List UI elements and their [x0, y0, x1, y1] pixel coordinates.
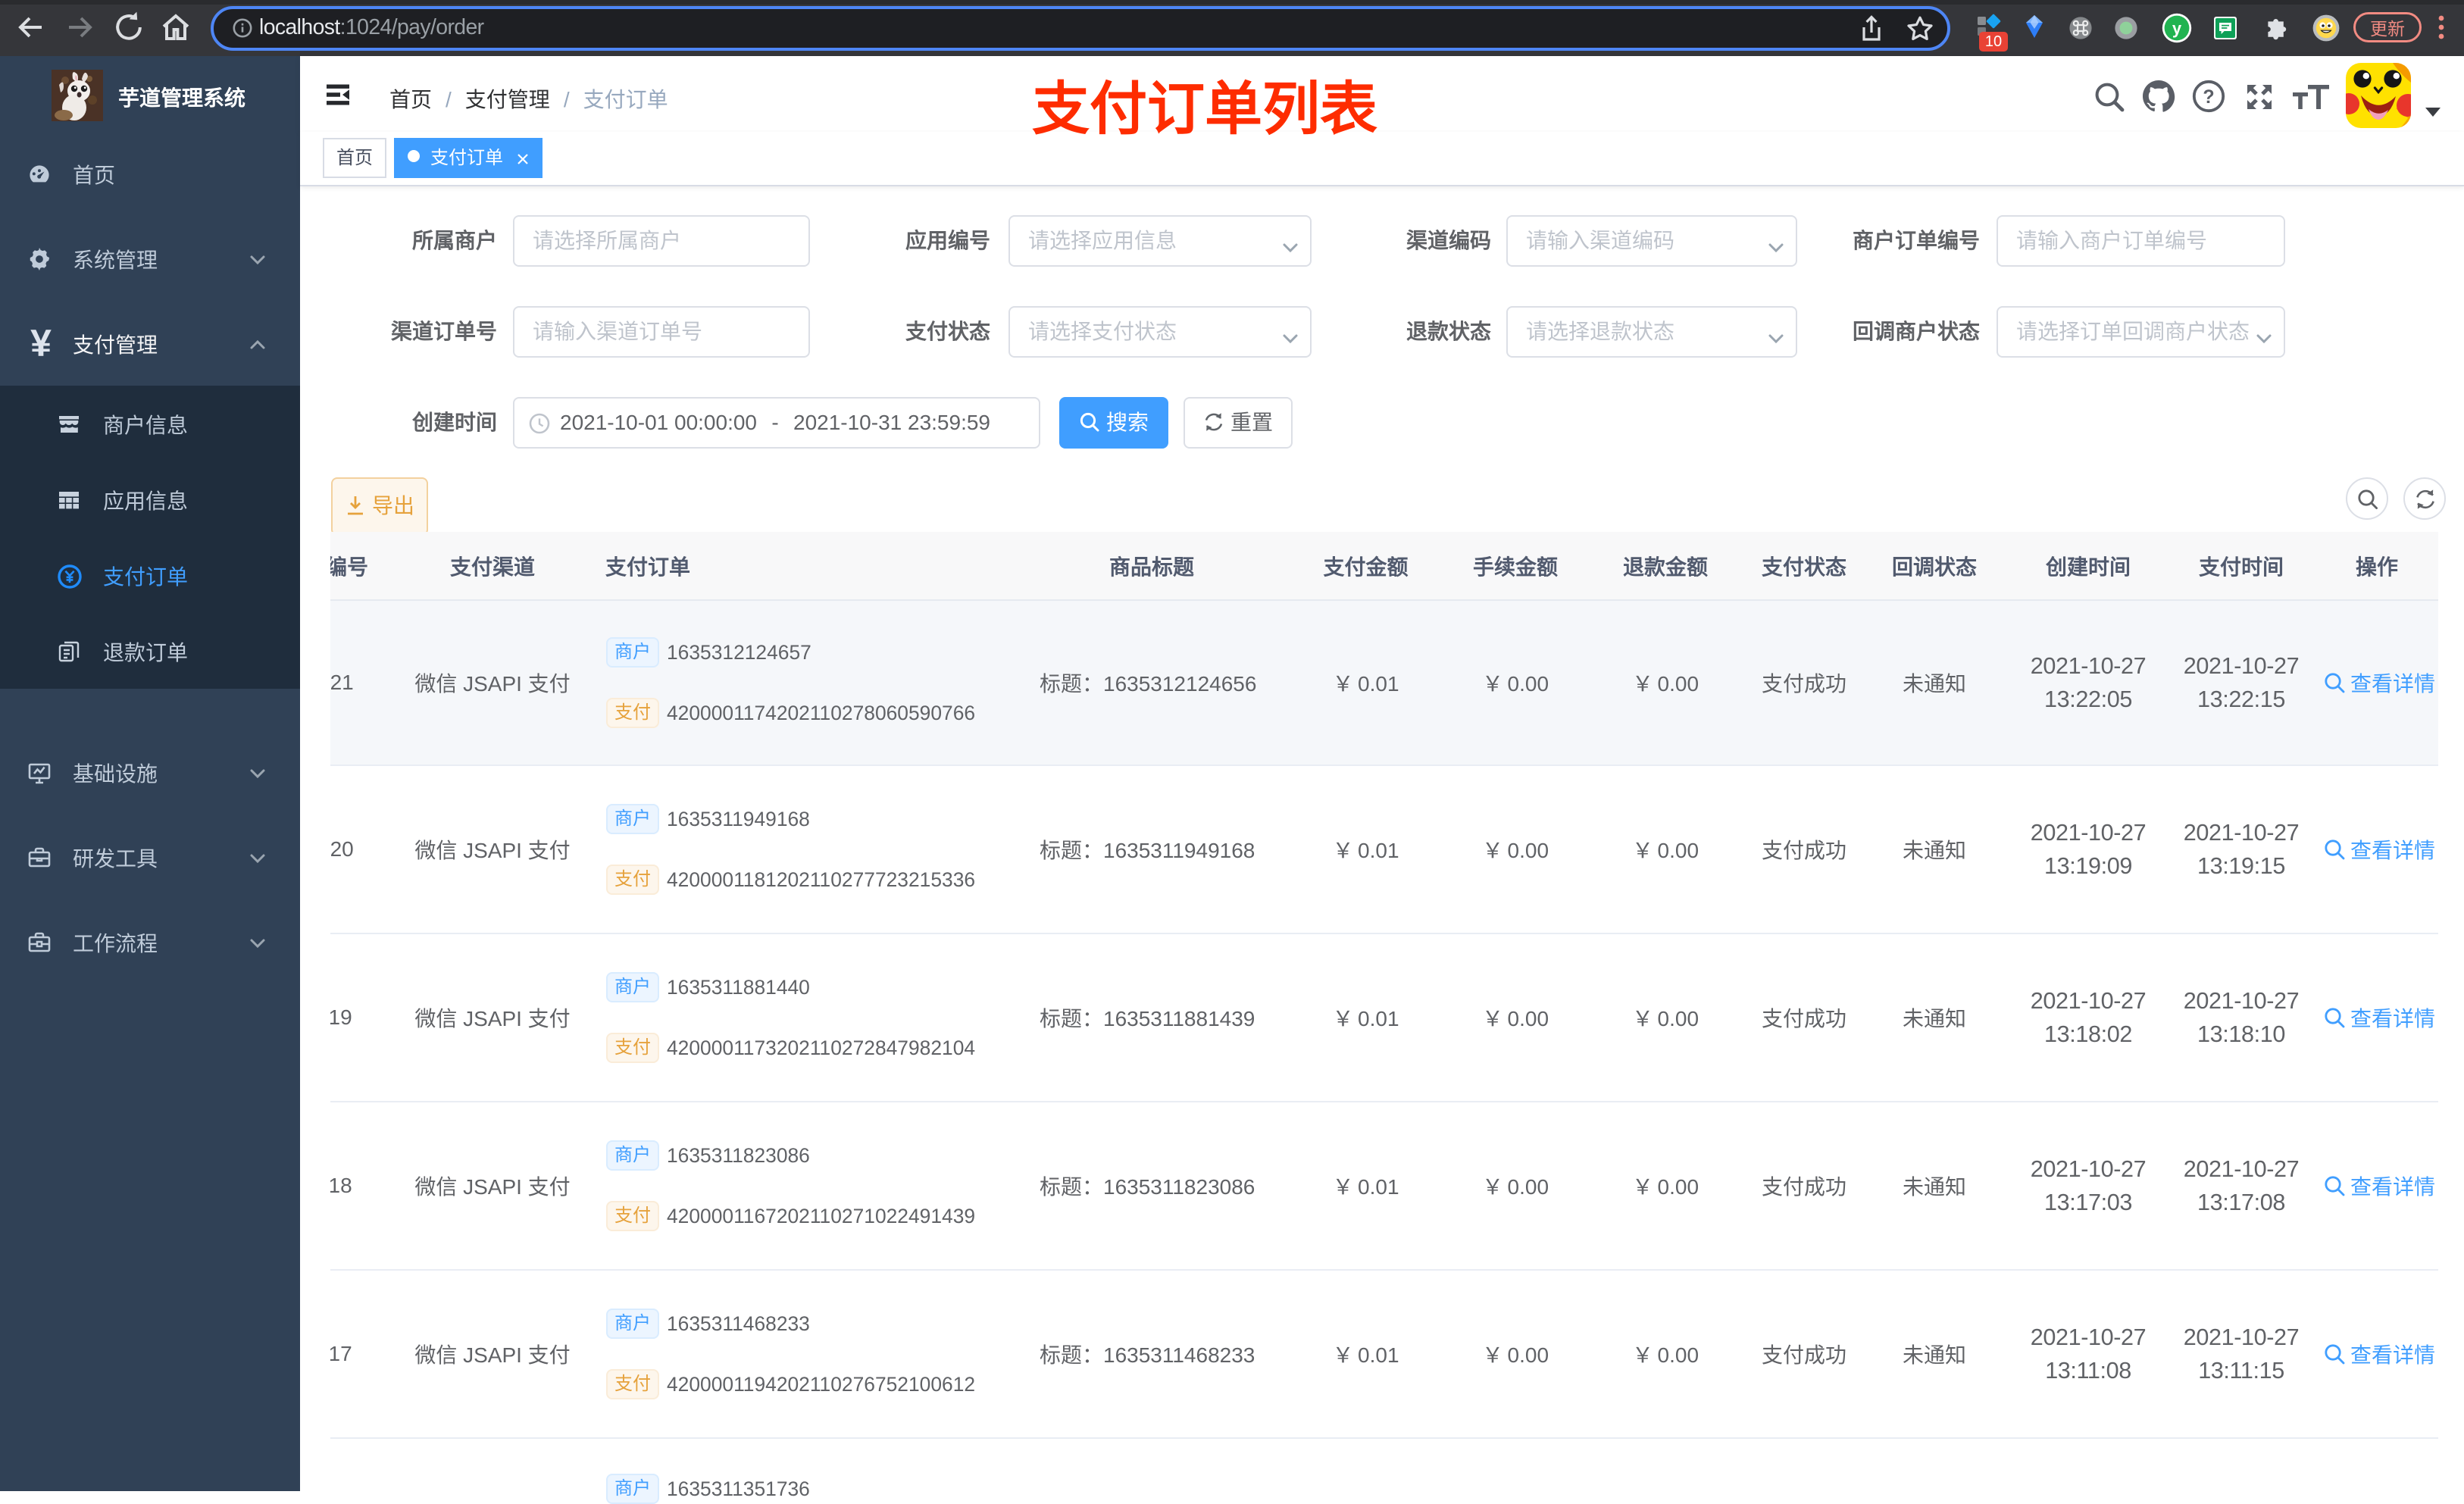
svg-text:y: y [2172, 19, 2182, 38]
svg-text:?: ? [2203, 86, 2214, 108]
